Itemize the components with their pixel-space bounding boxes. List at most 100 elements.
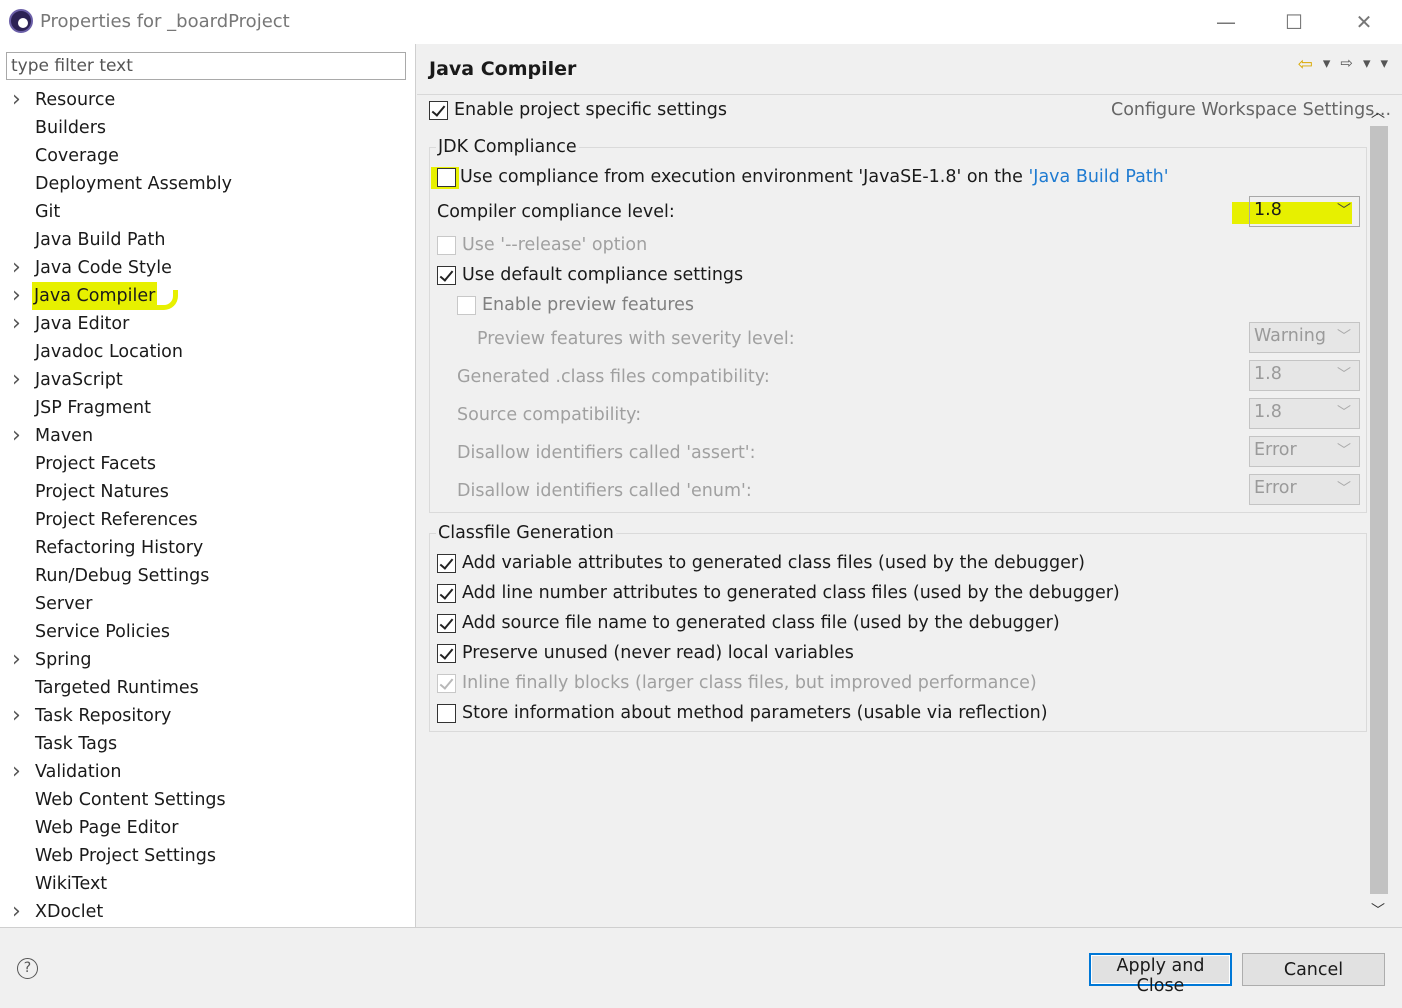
- expand-chevron-icon[interactable]: ›: [12, 282, 26, 310]
- tree-item[interactable]: Project References: [0, 506, 414, 534]
- tree-item[interactable]: Refactoring History: [0, 534, 414, 562]
- expand-chevron-icon[interactable]: ›: [12, 702, 26, 730]
- back-menu-chevron-icon[interactable]: ▾: [1323, 54, 1331, 75]
- scroll-thumb[interactable]: [1370, 126, 1388, 894]
- settings-page: Java Compiler ⇦ ▾ ⇨ ▾ ▾ Enable project s…: [417, 44, 1402, 927]
- tree-item[interactable]: › Validation: [0, 758, 414, 786]
- chevron-down-icon: ﹀: [1337, 443, 1351, 459]
- tree-item-label: Validation: [35, 762, 122, 782]
- tree-item[interactable]: Coverage: [0, 142, 414, 170]
- tree-item[interactable]: › Maven: [0, 422, 414, 450]
- tree-item[interactable]: Deployment Assembly: [0, 170, 414, 198]
- back-arrow-icon[interactable]: ⇦: [1298, 54, 1313, 75]
- tree-item[interactable]: JSP Fragment: [0, 394, 414, 422]
- classfile-generation-title: Classfile Generation: [436, 523, 616, 543]
- enum-identifiers-label: Disallow identifiers called 'enum':: [457, 481, 752, 501]
- tree-item-label: Maven: [35, 426, 94, 446]
- tree-item[interactable]: Web Project Settings: [0, 842, 414, 870]
- enable-preview-label: Enable preview features: [482, 295, 695, 315]
- inline-finally-checkbox[interactable]: [437, 674, 456, 693]
- tree-item-label: Coverage: [35, 146, 119, 166]
- assert-identifiers-select[interactable]: Error ﹀: [1249, 436, 1360, 467]
- tree-item[interactable]: › JavaScript: [0, 366, 414, 394]
- expand-chevron-icon[interactable]: ›: [12, 898, 26, 926]
- chevron-down-icon: ﹀: [1337, 329, 1351, 345]
- source-compat-label: Source compatibility:: [457, 405, 642, 425]
- enable-preview-checkbox[interactable]: [457, 296, 476, 315]
- tree-item[interactable]: Server: [0, 590, 414, 618]
- line-number-attributes-checkbox[interactable]: [437, 584, 456, 603]
- tree-item[interactable]: Run/Debug Settings: [0, 562, 414, 590]
- page-nav: ⇦ ▾ ⇨ ▾ ▾: [1298, 54, 1388, 75]
- tree-item[interactable]: Web Content Settings: [0, 786, 414, 814]
- forward-arrow-icon[interactable]: ⇨: [1340, 54, 1353, 75]
- source-file-name-checkbox[interactable]: [437, 614, 456, 633]
- expand-chevron-icon[interactable]: ›: [12, 366, 26, 394]
- tree-item-label: Java Editor: [35, 314, 130, 334]
- maximize-button[interactable]: ☐: [1272, 8, 1316, 36]
- tree-item[interactable]: Java Build Path: [0, 226, 414, 254]
- tree-item[interactable]: › XDoclet: [0, 898, 414, 926]
- minimize-button[interactable]: —: [1204, 8, 1248, 36]
- cancel-button[interactable]: Cancel: [1242, 953, 1385, 986]
- tree-item[interactable]: › Java Editor: [0, 310, 414, 338]
- assert-identifiers-label: Disallow identifiers called 'assert':: [457, 443, 756, 463]
- tree-item-label: Service Policies: [35, 622, 170, 642]
- tree-item-label: Builders: [35, 118, 107, 138]
- tree-item[interactable]: › Java Compiler: [0, 282, 414, 310]
- tree-item[interactable]: WikiText: [0, 870, 414, 898]
- tree-item-label: Javadoc Location: [35, 342, 183, 362]
- scroll-up-icon[interactable]: ︿: [1371, 102, 1385, 122]
- expand-chevron-icon[interactable]: ›: [12, 758, 26, 786]
- tree-item[interactable]: Git: [0, 198, 414, 226]
- tree-item-label: Refactoring History: [35, 538, 204, 558]
- tree-item-label: Project References: [35, 510, 198, 530]
- tree-item[interactable]: › Java Code Style: [0, 254, 414, 282]
- filter-input[interactable]: [6, 52, 406, 80]
- expand-chevron-icon[interactable]: ›: [12, 422, 26, 450]
- enable-specific-checkbox[interactable]: [429, 101, 448, 120]
- tree-item[interactable]: › Spring: [0, 646, 414, 674]
- expand-chevron-icon[interactable]: ›: [12, 86, 26, 114]
- tree-item-label: Run/Debug Settings: [35, 566, 210, 586]
- variable-attributes-checkbox[interactable]: [437, 554, 456, 573]
- tree-item[interactable]: Project Natures: [0, 478, 414, 506]
- compliance-level-select[interactable]: 1.8 ﹀: [1249, 196, 1360, 227]
- tree-item[interactable]: Task Tags: [0, 730, 414, 758]
- view-menu-icon[interactable]: ▾: [1380, 54, 1388, 75]
- default-compliance-checkbox[interactable]: [437, 266, 456, 285]
- tree-item[interactable]: Service Policies: [0, 618, 414, 646]
- forward-menu-chevron-icon[interactable]: ▾: [1363, 54, 1371, 75]
- tree-item-label: Project Facets: [35, 454, 156, 474]
- enum-identifiers-select[interactable]: Error ﹀: [1249, 474, 1360, 505]
- close-button[interactable]: ✕: [1342, 8, 1386, 36]
- eclipse-app-icon: [9, 9, 33, 33]
- tree-item[interactable]: › Resource: [0, 86, 414, 114]
- expand-chevron-icon[interactable]: ›: [12, 310, 26, 338]
- preview-severity-select[interactable]: Warning ﹀: [1249, 322, 1360, 353]
- source-compat-select[interactable]: 1.8 ﹀: [1249, 398, 1360, 429]
- expand-chevron-icon[interactable]: ›: [12, 254, 26, 282]
- tree-item[interactable]: › Task Repository: [0, 702, 414, 730]
- tree-item[interactable]: Project Facets: [0, 450, 414, 478]
- scroll-down-icon[interactable]: ﹀: [1371, 900, 1385, 920]
- preserve-unused-checkbox[interactable]: [437, 644, 456, 663]
- java-build-path-link[interactable]: 'Java Build Path': [1028, 167, 1168, 187]
- tree-item[interactable]: Targeted Runtimes: [0, 674, 414, 702]
- variable-attributes-label: Add variable attributes to generated cla…: [462, 553, 1085, 573]
- method-parameters-checkbox[interactable]: [437, 704, 456, 723]
- generated-compat-select[interactable]: 1.8 ﹀: [1249, 360, 1360, 391]
- tree-item[interactable]: Javadoc Location: [0, 338, 414, 366]
- help-icon[interactable]: ?: [17, 958, 38, 979]
- tree-item-label: Web Project Settings: [35, 846, 216, 866]
- apply-and-close-button[interactable]: Apply and Close: [1089, 953, 1232, 996]
- tree-item[interactable]: Web Page Editor: [0, 814, 414, 842]
- tree-item[interactable]: Builders: [0, 114, 414, 142]
- compliance-level-label: Compiler compliance level:: [437, 202, 675, 222]
- use-compliance-env-checkbox[interactable]: [437, 168, 456, 187]
- expand-chevron-icon[interactable]: ›: [12, 646, 26, 674]
- vertical-scrollbar[interactable]: ︿ ﹀: [1369, 100, 1389, 923]
- tree-item-label: Server: [35, 594, 93, 614]
- use-release-option-checkbox[interactable]: [437, 236, 456, 255]
- configure-workspace-link[interactable]: Configure Workspace Settings...: [1111, 100, 1391, 120]
